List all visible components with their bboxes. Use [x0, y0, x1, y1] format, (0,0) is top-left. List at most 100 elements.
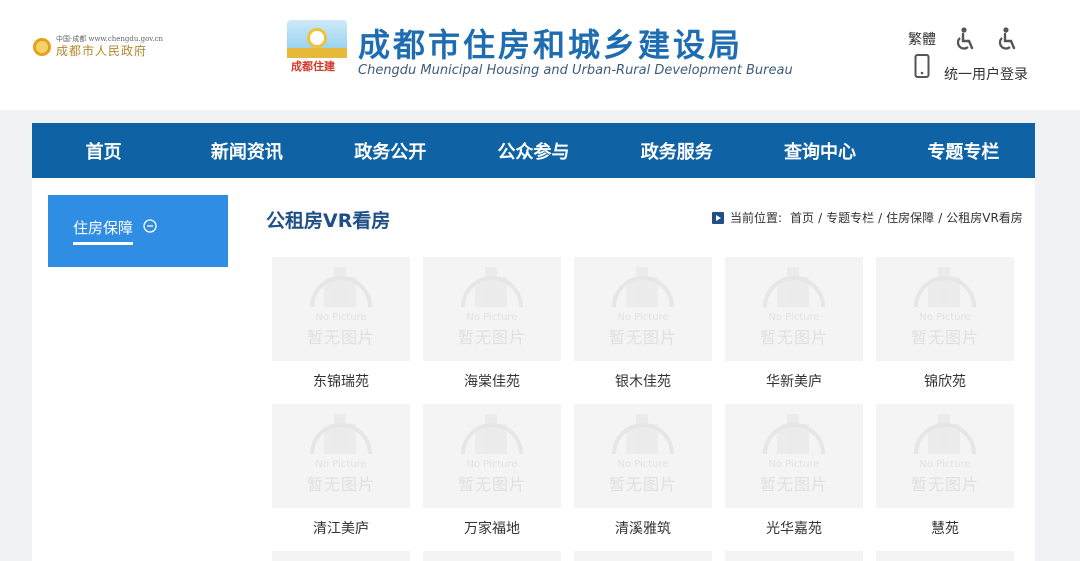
nav-news[interactable]: 新闻资讯 — [175, 123, 318, 178]
location-play-icon — [712, 211, 724, 224]
property-name[interactable]: 清溪雅筑 — [574, 518, 712, 538]
property-name[interactable]: 万家福地 — [423, 518, 561, 538]
property-name[interactable]: 海棠佳苑 — [423, 371, 561, 391]
no-picture-text: No Picture — [768, 312, 820, 323]
property-card-partial[interactable] — [574, 551, 712, 561]
property-card-partial[interactable] — [272, 551, 410, 561]
no-picture-text: No Picture — [919, 459, 971, 470]
property-card-partial[interactable] — [876, 551, 1014, 561]
property-name[interactable]: 银木佳苑 — [574, 371, 712, 391]
breadcrumb-home[interactable]: 首页 — [790, 209, 814, 226]
property-name[interactable]: 华新美庐 — [725, 371, 863, 391]
property-thumbnail[interactable]: No Picture 暂无图片 — [423, 257, 561, 361]
property-card[interactable]: No Picture 暂无图片 慧苑 — [876, 404, 1014, 540]
no-picture-text-cn: 暂无图片 — [759, 475, 828, 494]
gov-site-url: 中国·成都 www.chengdu.gov.cn — [56, 35, 164, 43]
property-thumbnail[interactable]: No Picture 暂无图片 — [876, 257, 1014, 361]
no-picture-text: No Picture — [315, 312, 367, 323]
no-picture-text-cn: 暂无图片 — [759, 328, 828, 347]
mobile-phone-icon[interactable] — [914, 54, 930, 78]
elderly-mode-icon[interactable] — [994, 26, 1020, 52]
no-picture-building-icon — [914, 267, 976, 308]
no-picture-text: No Picture — [466, 459, 518, 470]
property-card[interactable]: No Picture 暂无图片 清溪雅筑 — [574, 404, 712, 540]
breadcrumb-current[interactable]: 公租房VR看房 — [946, 209, 1023, 226]
property-card[interactable]: No Picture 暂无图片 海棠佳苑 — [423, 257, 561, 393]
no-picture-text-cn: 暂无图片 — [306, 475, 375, 494]
property-card[interactable]: No Picture 暂无图片 锦欣苑 — [876, 257, 1014, 393]
property-thumbnail[interactable]: No Picture 暂无图片 — [574, 404, 712, 508]
property-card[interactable]: No Picture 暂无图片 万家福地 — [423, 404, 561, 540]
property-thumbnail[interactable]: No Picture 暂无图片 — [725, 257, 863, 361]
site-title-english: Chengdu Municipal Housing and Urban-Rura… — [358, 63, 793, 78]
no-picture-text: No Picture — [768, 459, 820, 470]
property-name[interactable]: 光华嘉苑 — [725, 518, 863, 538]
no-picture-text-cn: 暂无图片 — [457, 328, 526, 347]
property-card[interactable]: No Picture 暂无图片 华新美庐 — [725, 257, 863, 393]
chengdu-government-logo[interactable]: 中国·成都 www.chengdu.gov.cn 成都市人民政府 — [33, 36, 163, 57]
nav-gov-affairs-public[interactable]: 政务公开 — [319, 123, 462, 178]
nav-public-participation[interactable]: 公众参与 — [462, 123, 605, 178]
property-card[interactable]: No Picture 暂无图片 东锦瑞苑 — [272, 257, 410, 393]
unified-login-link[interactable]: 统一用户登录 — [944, 64, 1028, 84]
site-title: 成都市住房和城乡建设局 — [358, 26, 744, 64]
no-picture-building-icon — [612, 414, 674, 455]
property-thumbnail[interactable]: No Picture 暂无图片 — [574, 257, 712, 361]
no-picture-text: No Picture — [617, 459, 669, 470]
bureau-logo[interactable]: 成都住建 — [287, 20, 347, 80]
property-thumbnail[interactable]: No Picture 暂无图片 — [423, 404, 561, 508]
no-picture-text: No Picture — [617, 312, 669, 323]
nav-query-center[interactable]: 查询中心 — [748, 123, 891, 178]
no-picture-building-icon — [310, 267, 372, 308]
collapse-icon[interactable] — [143, 219, 157, 233]
no-picture-text: No Picture — [315, 459, 367, 470]
no-picture-text: No Picture — [919, 312, 971, 323]
no-picture-building-icon — [310, 414, 372, 455]
property-thumbnail[interactable]: No Picture 暂无图片 — [725, 404, 863, 508]
property-name[interactable]: 东锦瑞苑 — [272, 371, 410, 391]
site-header: 中国·成都 www.chengdu.gov.cn 成都市人民政府 成都住建 成都… — [0, 0, 1080, 110]
property-card[interactable]: No Picture 暂无图片 清江美庐 — [272, 404, 410, 540]
no-picture-text-cn: 暂无图片 — [306, 328, 375, 347]
property-name[interactable]: 慧苑 — [876, 518, 1014, 538]
nav-gov-services[interactable]: 政务服务 — [605, 123, 748, 178]
no-picture-text-cn: 暂无图片 — [608, 328, 677, 347]
breadcrumb-label: 当前位置: — [730, 211, 783, 225]
no-picture-building-icon — [461, 267, 523, 308]
no-picture-building-icon — [461, 414, 523, 455]
logo-sun-icon — [307, 28, 327, 48]
sidebar-item-housing-security[interactable]: 住房保障 — [48, 195, 228, 267]
property-card-partial[interactable] — [725, 551, 863, 561]
breadcrumb: 当前位置: 首页 / 专题专栏 / 住房保障 / 公租房VR看房 — [712, 209, 1023, 226]
traditional-chinese-link[interactable]: 繁體 — [908, 29, 936, 49]
breadcrumb-special-topics[interactable]: 专题专栏 — [826, 209, 874, 226]
no-picture-building-icon — [612, 267, 674, 308]
page-title: 公租房VR看房 — [266, 210, 391, 232]
no-picture-building-icon — [763, 267, 825, 308]
property-card-partial[interactable] — [423, 551, 561, 561]
header-tools: 繁體 统一用户登录 — [908, 26, 1058, 86]
property-name[interactable]: 锦欣苑 — [876, 371, 1014, 391]
bureau-badge: 成都住建 — [291, 60, 335, 73]
property-thumbnail[interactable]: No Picture 暂无图片 — [272, 257, 410, 361]
property-thumbnail[interactable]: No Picture 暂无图片 — [876, 404, 1014, 508]
accessibility-icon[interactable] — [952, 26, 978, 52]
gov-name: 成都市人民政府 — [56, 44, 148, 58]
property-thumbnail[interactable]: No Picture 暂无图片 — [272, 404, 410, 508]
no-picture-text-cn: 暂无图片 — [910, 328, 979, 347]
main-nav: 首页 新闻资讯 政务公开 公众参与 政务服务 查询中心 专题专栏 — [32, 123, 1035, 178]
no-picture-building-icon — [914, 414, 976, 455]
property-name[interactable]: 清江美庐 — [272, 518, 410, 538]
no-picture-building-icon — [763, 414, 825, 455]
nav-home[interactable]: 首页 — [32, 123, 175, 178]
property-card[interactable]: No Picture 暂无图片 光华嘉苑 — [725, 404, 863, 540]
sidebar-item-label: 住房保障 — [73, 219, 134, 237]
breadcrumb-housing-security[interactable]: 住房保障 — [886, 209, 934, 226]
no-picture-text: No Picture — [466, 312, 518, 323]
no-picture-text-cn: 暂无图片 — [457, 475, 526, 494]
nav-special-topics[interactable]: 专题专栏 — [892, 123, 1035, 178]
property-card[interactable]: No Picture 暂无图片 银木佳苑 — [574, 257, 712, 393]
no-picture-text-cn: 暂无图片 — [608, 475, 677, 494]
content-panel: 住房保障 公租房VR看房 当前位置: 首页 / 专题专栏 / 住房保障 / 公租… — [32, 178, 1035, 561]
no-picture-text-cn: 暂无图片 — [910, 475, 979, 494]
